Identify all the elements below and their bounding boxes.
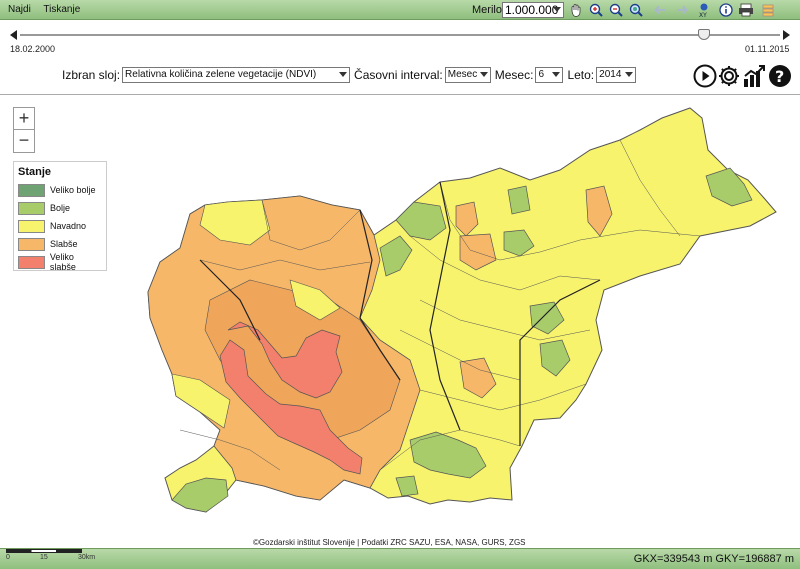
info-icon[interactable] [718,2,734,18]
legend-swatch [18,255,45,269]
legend-label: Slabše [50,239,78,249]
zoom-out-button[interactable]: − [14,130,34,152]
map-canvas[interactable] [0,95,800,548]
chart-button[interactable] [742,64,766,88]
month-label: Mesec: [494,68,534,82]
layer-controls: Izbran sloj: Relativna količina zelene v… [62,66,640,84]
chevron-down-icon [339,72,348,77]
timeline-end-date: 01.11.2015 [745,44,790,54]
zoom-in-icon[interactable] [588,2,604,18]
back-icon[interactable] [652,2,668,18]
menu-find[interactable]: Najdi [8,4,31,15]
legend-item: Bolje [18,199,102,217]
interval-select[interactable]: Mesec [444,67,491,83]
timeline-start-date: 18.02.2000 [10,44,56,54]
legend-swatch [18,237,45,251]
zoom-extent-icon[interactable] [628,2,644,18]
chevron-down-icon [479,72,488,77]
legend-title: Stanje [18,166,52,178]
layer-label: Izbran sloj: [62,68,121,82]
chevron-down-icon [553,7,561,12]
legend-label: Veliko bolje [50,185,96,195]
help-icon: ? [769,65,791,87]
slider-thumb[interactable] [698,29,710,40]
layer-select-value: Relativna količina zelene vegetacije (ND… [125,69,317,80]
legend-label: Navadno [50,221,87,231]
gear-icon [719,66,739,86]
slider-right-arrow-icon[interactable] [783,30,790,40]
year-label: Leto: [567,68,595,82]
menu-print[interactable]: Tiskanje [43,4,80,15]
svg-text:?: ? [775,67,784,86]
legend-swatch [18,183,45,197]
legend-label: Veliko slabše [49,252,76,272]
zoom-in-button[interactable]: + [14,108,34,130]
legend-item: Slabše [18,235,102,253]
interval-select-value: Mesec [447,69,478,80]
slovenia-map[interactable] [0,95,800,548]
slider-left-arrow-icon[interactable] [10,30,17,40]
year-select-value: 2014 [599,69,622,80]
legend-label: Bolje [50,203,71,213]
month-select[interactable]: 6 [535,67,564,83]
legend-item: Navadno [18,217,102,235]
legend-item: Veliko bolje [18,181,102,199]
region-better-4 [507,185,531,215]
svg-text:XY: XY [699,12,707,18]
legend-swatch [18,219,45,233]
map-legend: Stanje Veliko bolje Bolje Navadno Slabše… [13,161,107,272]
scale-tick: 0 [6,554,10,561]
scale-value: 1.000.000 [505,3,559,17]
time-slider[interactable] [10,28,790,42]
month-select-value: 6 [538,69,544,80]
scale-label: Merilo: [472,4,506,16]
zoom-out-icon[interactable] [608,2,624,18]
zoom-control: + − [13,107,35,153]
forward-icon[interactable] [674,2,690,18]
chart-icon [744,65,765,87]
scale-bar: 0 15 30km [6,549,106,562]
layers-icon[interactable] [760,2,776,18]
scale-select[interactable]: 1.000.000 [502,2,564,18]
chevron-down-icon [552,72,561,77]
legend-item: Veliko slabše [18,252,102,272]
interval-label: Časovni interval: [354,68,443,82]
main-menu: Najdi Tiskanje [8,4,90,15]
hand-icon[interactable] [568,2,584,18]
attribution: ©Gozdarski inštitut Slovenije | Podatki … [253,538,526,547]
scale-tick: 30km [78,554,96,561]
legend-swatch [18,201,45,215]
layer-select[interactable]: Relativna količina zelene vegetacije (ND… [122,67,351,83]
play-button[interactable] [693,64,717,88]
print-icon[interactable] [738,2,754,18]
year-select[interactable]: 2014 [596,67,637,83]
settings-button[interactable] [717,64,741,88]
chevron-down-icon [625,72,634,77]
help-button[interactable]: ? [768,64,792,88]
xy-icon[interactable]: XY [696,2,712,18]
scale-tick: 15 [40,554,48,561]
slider-track[interactable] [20,34,780,36]
coordinate-readout: GKX=339543 m GKY=196887 m [633,553,794,565]
